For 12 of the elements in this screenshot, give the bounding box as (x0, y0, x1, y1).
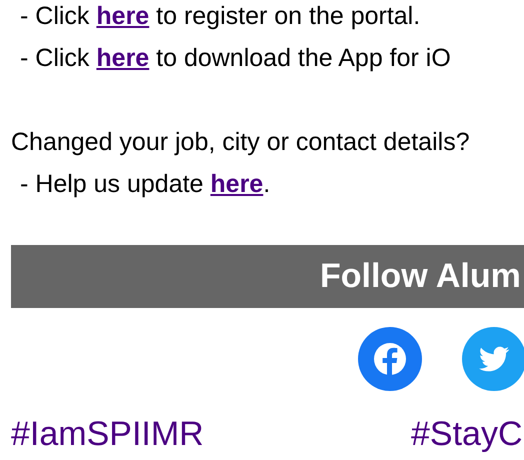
here-link[interactable]: here (210, 170, 264, 198)
here-link[interactable]: here (96, 44, 150, 72)
instruction-text: - Click here to download the App for iO (19, 43, 452, 74)
here-link[interactable]: here (96, 2, 150, 30)
facebook-icon[interactable] (358, 327, 422, 391)
instruction-text: - Help us update here. (19, 169, 272, 200)
instruction-text: - Click here to register on the portal. (19, 1, 422, 32)
hashtag-text: #StayC (411, 415, 522, 453)
question-text: Changed your job, city or contact details? (10, 127, 471, 158)
banner-title: Follow Alum (320, 257, 521, 296)
bird-icon[interactable] (462, 327, 524, 391)
hashtag-text: #IamSPIIMR (11, 415, 205, 453)
